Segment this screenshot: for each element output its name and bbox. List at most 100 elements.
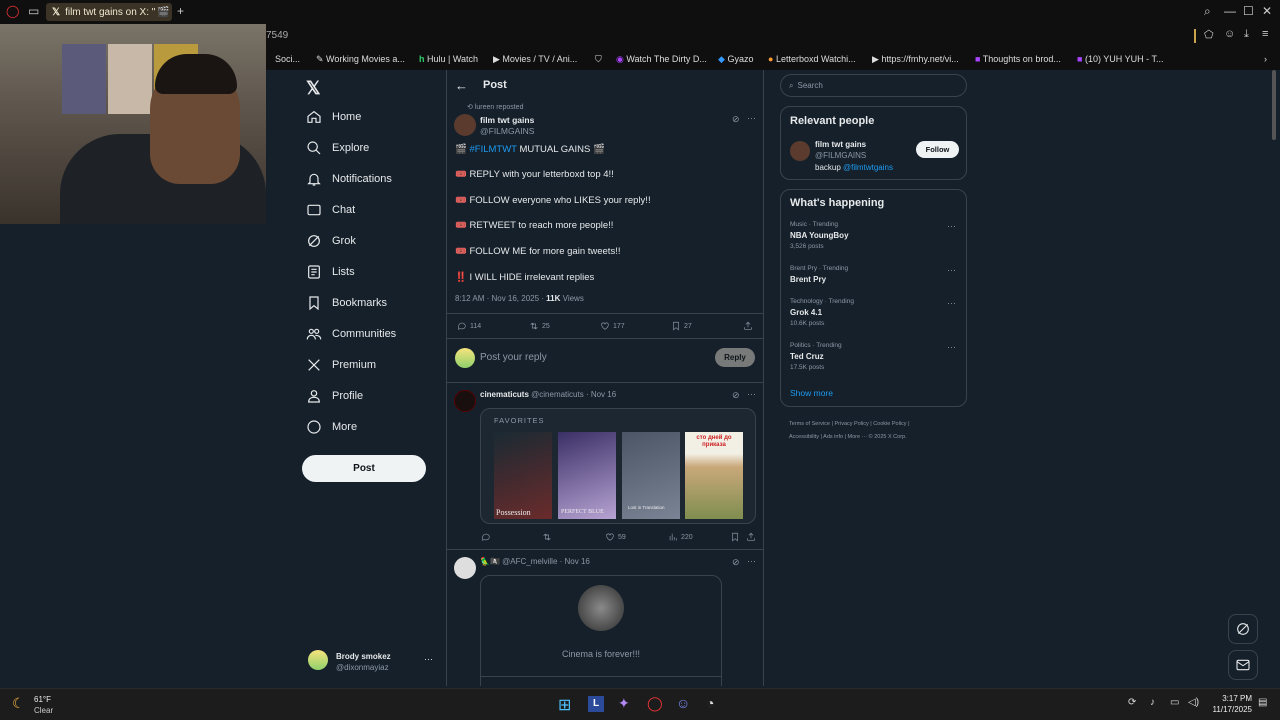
moon-icon[interactable]: ☾ <box>12 695 25 712</box>
reply-author[interactable]: cinematicuts <box>480 390 529 399</box>
tab-overview-icon[interactable]: ▭ <box>28 4 39 18</box>
reply-avatar[interactable] <box>454 390 476 412</box>
account-switcher[interactable]: Brody smokez @dixonmayiaz ··· <box>306 646 436 676</box>
grok-icon[interactable]: ⊘ <box>732 390 740 401</box>
extensions-icon[interactable]: ⬠ <box>1204 28 1214 41</box>
avatar[interactable] <box>790 141 810 161</box>
like-action[interactable]: 59 <box>605 532 626 542</box>
bookmark-action[interactable] <box>730 532 743 542</box>
nav-profile[interactable]: Profile <box>306 383 363 409</box>
footer-link[interactable]: Terms of Service <box>789 421 830 427</box>
reply-avatar[interactable] <box>454 557 476 579</box>
bookmark-item[interactable]: ✎ Working Movies a... <box>316 54 405 65</box>
nav-explore[interactable]: Explore <box>306 135 369 161</box>
trend-item[interactable]: Music · Trending NBA YoungBoy 3,526 post… <box>790 221 960 250</box>
footer-link[interactable]: Ads info <box>823 434 843 440</box>
post-button[interactable]: Post <box>302 455 426 482</box>
poster-possession[interactable]: Possession <box>494 432 552 519</box>
bookmark-item[interactable]: ▶ https://fmhy.net/vi... <box>872 54 959 65</box>
bio-link[interactable]: @filmtwtgains <box>843 163 893 172</box>
download-icon[interactable]: ⤓ <box>1244 28 1249 41</box>
volume-icon[interactable]: ◁) <box>1188 697 1199 708</box>
trend-item[interactable]: Technology · Trending Grok 4.1 10.6K pos… <box>790 298 960 327</box>
poster-perfect-blue[interactable]: PERFECT BLUE <box>558 432 616 519</box>
more-icon[interactable]: ··· <box>747 389 756 399</box>
nav-notifications[interactable]: Notifications <box>306 166 392 192</box>
reply-input[interactable]: Post your reply <box>480 352 547 363</box>
steam-icon[interactable]: ◔ <box>706 695 714 711</box>
reply-author[interactable]: 🦜🏴‍☠️ <box>480 557 500 566</box>
clock-date[interactable]: 11/17/2025 <box>1206 705 1252 714</box>
x-logo-icon[interactable]: 𝕏 <box>306 78 321 99</box>
show-more-link[interactable]: Show more <box>790 388 833 398</box>
opera-icon[interactable]: ◯ <box>6 4 19 18</box>
author-name[interactable]: film twt gains <box>480 115 534 125</box>
reply-handle[interactable]: @cinematicuts · Nov 16 <box>531 390 616 399</box>
network-icon[interactable]: ▭ <box>1170 697 1179 708</box>
share-action[interactable] <box>746 532 759 542</box>
search-input[interactable]: ⌕ Search <box>780 74 967 97</box>
clock-time[interactable]: 3:17 PM <box>1212 694 1252 703</box>
bookmark-item[interactable]: ■ (10) YUH YUH - T... <box>1077 54 1163 64</box>
copilot-icon[interactable]: ✦ <box>618 695 630 712</box>
timestamp[interactable]: 8:12 AM · Nov 16, 2025 · <box>455 294 546 303</box>
notification-icon[interactable]: ▤ <box>1258 697 1267 708</box>
bookmark-item[interactable]: ■ Thoughts on brod... <box>975 54 1061 64</box>
more-icon[interactable]: ··· <box>747 113 756 123</box>
nav-grok[interactable]: Grok <box>306 228 356 254</box>
browser-tab[interactable]: 𝕏 film twt gains on X: " 🎬 # <box>46 3 172 21</box>
repost-action[interactable]: 25 <box>529 321 550 331</box>
person-handle[interactable]: @FILMGAINS <box>815 151 866 160</box>
windows-start-icon[interactable]: ⊞ <box>558 695 571 715</box>
views-action[interactable]: 220 <box>668 532 693 542</box>
footer-link[interactable]: More ··· <box>848 434 868 440</box>
author-avatar[interactable] <box>454 114 476 136</box>
bookmark-item[interactable]: ⛉ <box>595 54 602 65</box>
poster-sto-dney[interactable]: сто дней до приказа <box>685 432 743 519</box>
like-action[interactable]: 177 <box>600 321 625 331</box>
nav-more[interactable]: More <box>306 414 357 440</box>
nav-bookmarks[interactable]: Bookmarks <box>306 290 387 316</box>
menu-icon[interactable]: ≡ <box>1262 28 1268 40</box>
trend-item[interactable]: Politics · Trending Ted Cruz 17.5K posts… <box>790 342 960 371</box>
reply-button[interactable]: Reply <box>715 348 755 367</box>
trend-item[interactable]: Brent Pry · Trending Brent Pry ··· <box>790 265 960 284</box>
bookmark-item[interactable]: ◉ Watch The Dirty D... <box>616 54 707 65</box>
account-icon[interactable]: ☺ <box>1224 28 1235 40</box>
repost-action[interactable] <box>542 532 555 542</box>
grok-icon[interactable]: ⊘ <box>732 557 740 568</box>
nav-lists[interactable]: Lists <box>306 259 355 285</box>
footer-link[interactable]: Accessibility <box>789 434 819 440</box>
more-icon[interactable]: ··· <box>947 298 956 308</box>
bookmark-item[interactable]: Soci... <box>275 54 300 64</box>
grok-fab[interactable] <box>1228 614 1258 644</box>
discord-icon[interactable]: ☺ <box>676 695 690 711</box>
bookmark-item[interactable]: ● Letterboxd Watchi... <box>768 54 856 64</box>
search-icon[interactable]: ⌕ <box>1204 4 1211 19</box>
more-icon[interactable]: ··· <box>947 265 956 275</box>
more-icon[interactable]: ··· <box>747 556 756 566</box>
nav-premium[interactable]: Premium <box>306 352 376 378</box>
page-scrollbar[interactable] <box>1272 70 1276 140</box>
more-icon[interactable]: ··· <box>947 342 956 352</box>
nav-communities[interactable]: Communities <box>306 321 396 347</box>
link-card[interactable]: Cinema is forever!!! <box>480 575 722 686</box>
reply-action[interactable] <box>481 532 494 542</box>
messages-fab[interactable] <box>1228 650 1258 680</box>
bookmarks-overflow-icon[interactable]: › <box>1264 54 1267 64</box>
address-bar[interactable]: 7549 ⬠ ☺ ⤓ ≡ <box>266 24 1280 48</box>
close-icon[interactable]: ✕ <box>1262 4 1272 18</box>
maximize-icon[interactable]: ☐ <box>1243 4 1254 18</box>
minimize-icon[interactable]: — <box>1224 4 1236 18</box>
author-handle[interactable]: @FILMGAINS <box>480 126 534 136</box>
sync-icon[interactable]: ⟳ <box>1128 697 1136 708</box>
opera-icon[interactable]: ◯ <box>647 695 663 712</box>
follow-button[interactable]: Follow <box>916 141 959 158</box>
more-icon[interactable]: ··· <box>947 221 956 231</box>
nav-chat[interactable]: Chat <box>306 197 355 223</box>
letterboxd-card[interactable]: FAVORITES Possession PERFECT BLUE Lost i… <box>480 408 756 524</box>
account-more-icon[interactable]: ··· <box>424 654 433 664</box>
bookmark-item[interactable]: ◆ Gyazo <box>718 54 753 65</box>
app-l-icon[interactable]: L <box>588 696 604 712</box>
reply-action[interactable]: 114 <box>457 321 481 331</box>
